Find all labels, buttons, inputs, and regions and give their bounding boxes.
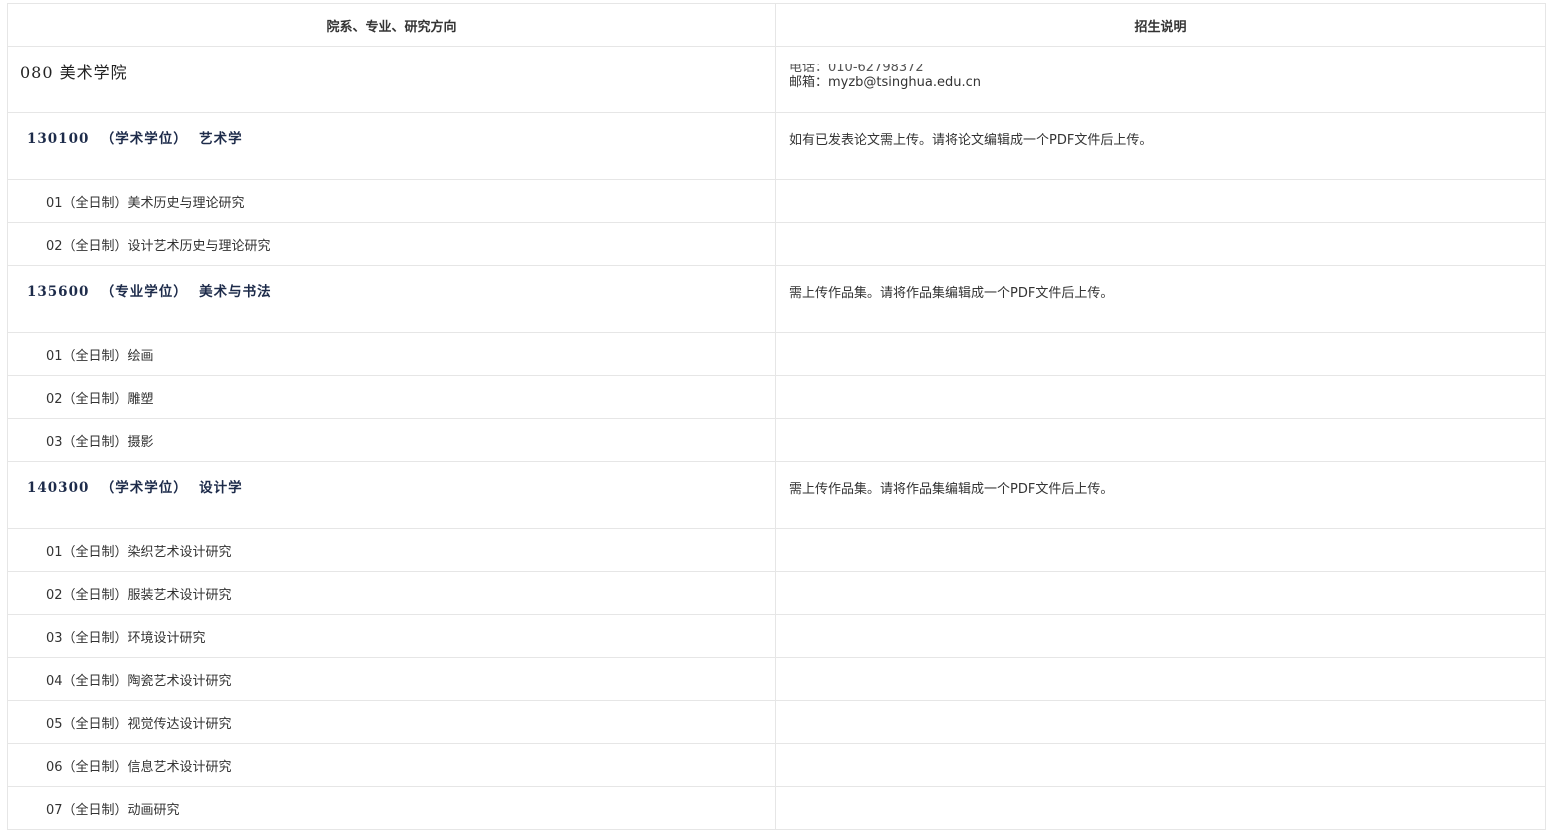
direction-name: 03（全日制）摄影 xyxy=(46,434,154,450)
major-cell: 140300 （学术学位） 设计学 xyxy=(7,461,776,529)
direction-row: 03（全日制）摄影 xyxy=(7,418,1546,462)
department-cell: 080 美术学院 xyxy=(7,46,776,113)
department-phone: 电话：010-62798372 xyxy=(789,64,924,72)
major-name: 140300 （学术学位） 设计学 xyxy=(27,480,243,496)
direction-note-cell xyxy=(775,657,1546,701)
major-note-cell: 如有已发表论文需上传。请将论文编辑成一个PDF文件后上传。 xyxy=(775,112,1546,180)
header-department-major: 院系、专业、研究方向 xyxy=(7,3,776,47)
major-note: 如有已发表论文需上传。请将论文编辑成一个PDF文件后上传。 xyxy=(789,133,1153,148)
direction-cell: 01（全日制）美术历史与理论研究 xyxy=(7,179,776,223)
direction-note-cell xyxy=(775,179,1546,223)
department-row: 080 美术学院 电话：010-62798372 邮箱：myzb@tsinghu… xyxy=(7,46,1546,113)
direction-row: 02（全日制）雕塑 xyxy=(7,375,1546,419)
direction-note-cell xyxy=(775,614,1546,658)
direction-name: 03（全日制）环境设计研究 xyxy=(46,630,206,646)
direction-note-cell xyxy=(775,528,1546,572)
direction-row: 01（全日制）美术历史与理论研究 xyxy=(7,179,1546,223)
direction-row: 07（全日制）动画研究 xyxy=(7,786,1546,830)
header-admission-notes: 招生说明 xyxy=(775,3,1546,47)
major-row: 135600 （专业学位） 美术与书法 需上传作品集。请将作品集编辑成一个PDF文… xyxy=(7,265,1546,333)
direction-name: 01（全日制）绘画 xyxy=(46,348,154,364)
major-cell: 130100 （学术学位） 艺术学 xyxy=(7,112,776,180)
direction-row: 02（全日制）设计艺术历史与理论研究 xyxy=(7,222,1546,266)
major-note: 需上传作品集。请将作品集编辑成一个PDF文件后上传。 xyxy=(789,482,1114,497)
direction-name: 07（全日制）动画研究 xyxy=(46,802,180,818)
table-header-row: 院系、专业、研究方向 招生说明 xyxy=(7,3,1546,47)
direction-note-cell xyxy=(775,743,1546,787)
direction-cell: 03（全日制）环境设计研究 xyxy=(7,614,776,658)
direction-name: 01（全日制）染织艺术设计研究 xyxy=(46,544,232,560)
department-name: 080 美术学院 xyxy=(20,63,128,82)
direction-row: 05（全日制）视觉传达设计研究 xyxy=(7,700,1546,744)
direction-row: 04（全日制）陶瓷艺术设计研究 xyxy=(7,657,1546,701)
department-email: 邮箱：myzb@tsinghua.edu.cn xyxy=(789,75,981,90)
major-note-cell: 需上传作品集。请将作品集编辑成一个PDF文件后上传。 xyxy=(775,265,1546,333)
major-row: 140300 （学术学位） 设计学 需上传作品集。请将作品集编辑成一个PDF文件后… xyxy=(7,461,1546,529)
department-contact-cell: 电话：010-62798372 邮箱：myzb@tsinghua.edu.cn xyxy=(775,46,1546,113)
direction-note-cell xyxy=(775,418,1546,462)
direction-cell: 02（全日制）雕塑 xyxy=(7,375,776,419)
direction-cell: 05（全日制）视觉传达设计研究 xyxy=(7,700,776,744)
direction-row: 01（全日制）绘画 xyxy=(7,332,1546,376)
direction-cell: 07（全日制）动画研究 xyxy=(7,786,776,830)
direction-name: 04（全日制）陶瓷艺术设计研究 xyxy=(46,673,232,689)
direction-cell: 04（全日制）陶瓷艺术设计研究 xyxy=(7,657,776,701)
direction-note-cell xyxy=(775,375,1546,419)
direction-name: 02（全日制）设计艺术历史与理论研究 xyxy=(46,238,271,254)
major-cell: 135600 （专业学位） 美术与书法 xyxy=(7,265,776,333)
direction-row: 06（全日制）信息艺术设计研究 xyxy=(7,743,1546,787)
direction-note-cell xyxy=(775,700,1546,744)
direction-note-cell xyxy=(775,332,1546,376)
direction-cell: 01（全日制）绘画 xyxy=(7,332,776,376)
direction-cell: 06（全日制）信息艺术设计研究 xyxy=(7,743,776,787)
direction-name: 02（全日制）雕塑 xyxy=(46,391,154,407)
direction-note-cell xyxy=(775,786,1546,830)
direction-cell: 02（全日制）服装艺术设计研究 xyxy=(7,571,776,615)
direction-row: 01（全日制）染织艺术设计研究 xyxy=(7,528,1546,572)
major-row: 130100 （学术学位） 艺术学 如有已发表论文需上传。请将论文编辑成一个PDF… xyxy=(7,112,1546,180)
direction-note-cell xyxy=(775,222,1546,266)
direction-name: 05（全日制）视觉传达设计研究 xyxy=(46,716,232,732)
direction-cell: 01（全日制）染织艺术设计研究 xyxy=(7,528,776,572)
direction-name: 01（全日制）美术历史与理论研究 xyxy=(46,195,245,211)
direction-note-cell xyxy=(775,571,1546,615)
major-note: 需上传作品集。请将作品集编辑成一个PDF文件后上传。 xyxy=(789,286,1114,301)
direction-row: 03（全日制）环境设计研究 xyxy=(7,614,1546,658)
direction-row: 02（全日制）服装艺术设计研究 xyxy=(7,571,1546,615)
admissions-table: 院系、专业、研究方向 招生说明 080 美术学院 电话：010-62798372… xyxy=(7,3,1546,830)
direction-cell: 02（全日制）设计艺术历史与理论研究 xyxy=(7,222,776,266)
major-name: 135600 （专业学位） 美术与书法 xyxy=(27,284,272,300)
major-note-cell: 需上传作品集。请将作品集编辑成一个PDF文件后上传。 xyxy=(775,461,1546,529)
major-name: 130100 （学术学位） 艺术学 xyxy=(27,131,243,147)
direction-cell: 03（全日制）摄影 xyxy=(7,418,776,462)
direction-name: 06（全日制）信息艺术设计研究 xyxy=(46,759,232,775)
direction-name: 02（全日制）服装艺术设计研究 xyxy=(46,587,232,603)
